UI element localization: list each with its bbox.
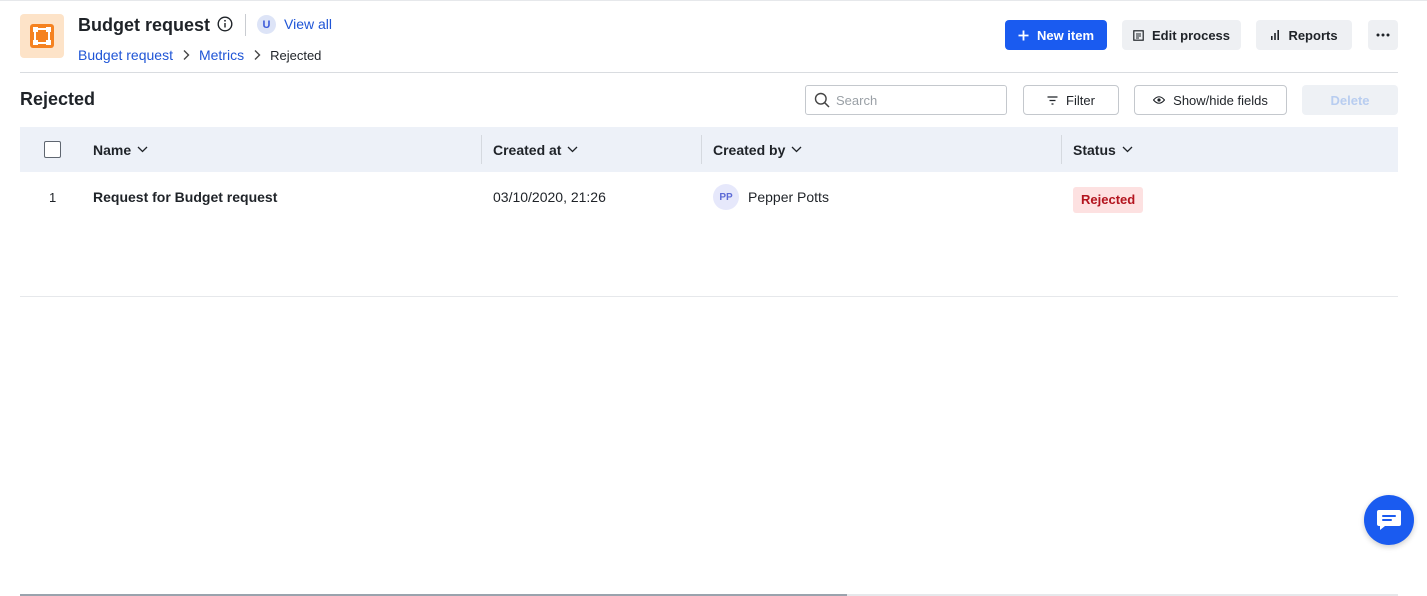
search-icon [814, 92, 830, 108]
column-divider [481, 135, 482, 164]
breadcrumb: Budget request Metrics Rejected [78, 47, 321, 63]
row-created-by: PP Pepper Potts [713, 172, 829, 222]
info-icon[interactable] [217, 16, 233, 32]
search-box [805, 85, 1007, 115]
document-icon [1133, 29, 1144, 41]
breadcrumb-metrics[interactable]: Metrics [199, 47, 244, 63]
row-name[interactable]: Request for Budget request [93, 172, 277, 222]
filter-button[interactable]: Filter [1023, 85, 1119, 115]
breadcrumb-budget-request[interactable]: Budget request [78, 47, 173, 63]
more-options-button[interactable] [1368, 20, 1398, 50]
table-header: Name Created at Created by Status [20, 127, 1398, 172]
view-all-link[interactable]: View all [284, 16, 332, 32]
column-header-label: Name [93, 141, 132, 158]
chevron-right-icon [177, 48, 195, 62]
status-badge: Rejected [1073, 187, 1144, 213]
column-header-created-at[interactable]: Created at [493, 127, 578, 172]
show-hide-fields-label: Show/hide fields [1173, 92, 1268, 108]
chevron-right-icon [248, 48, 266, 62]
filter-label: Filter [1066, 92, 1095, 108]
show-hide-fields-button[interactable]: Show/hide fields [1134, 85, 1287, 115]
bar-chart-icon [1270, 30, 1280, 40]
page-title: Budget request [78, 15, 211, 35]
new-item-button[interactable]: New item [1005, 20, 1107, 50]
chevron-down-icon [1122, 146, 1133, 153]
column-header-label: Status [1073, 141, 1116, 158]
top-border [0, 0, 1427, 1]
column-header-created-by[interactable]: Created by [713, 127, 802, 172]
view-all-avatar: U [257, 15, 276, 34]
column-header-label: Created at [493, 141, 562, 158]
process-app-icon [20, 14, 64, 58]
header-divider-line [20, 72, 1398, 73]
more-horizontal-icon [1376, 33, 1390, 37]
column-header-status[interactable]: Status [1073, 127, 1133, 172]
row-status: Rejected [1073, 175, 1144, 225]
section-title: Rejected [20, 89, 96, 109]
chevron-down-icon [791, 146, 802, 153]
filter-icon [1047, 95, 1058, 105]
row-created-at: 03/10/2020, 21:26 [493, 189, 606, 205]
chat-icon [1376, 508, 1402, 532]
chat-button[interactable] [1364, 495, 1414, 545]
column-divider [701, 135, 702, 164]
eye-icon [1153, 96, 1166, 104]
chevron-down-icon [137, 146, 148, 153]
column-header-label: Created by [713, 141, 786, 158]
column-header-name[interactable]: Name [93, 127, 148, 172]
breadcrumb-current: Rejected [270, 47, 322, 63]
delete-button[interactable]: Delete [1302, 85, 1398, 115]
row-index: 1 [49, 189, 57, 205]
plus-icon [1018, 30, 1029, 41]
table-bottom-divider [20, 296, 1398, 297]
edit-process-label: Edit process [1151, 27, 1231, 43]
select-all-checkbox[interactable] [44, 141, 61, 158]
new-item-label: New item [1036, 27, 1095, 43]
chevron-down-icon [567, 146, 578, 153]
reports-button[interactable]: Reports [1256, 20, 1352, 50]
reports-label: Reports [1288, 27, 1338, 43]
row-created-by-name: Pepper Potts [748, 189, 829, 205]
avatar: PP [713, 184, 739, 210]
search-input[interactable] [836, 92, 996, 108]
header-divider [245, 14, 246, 36]
column-divider [1061, 135, 1062, 164]
edit-process-button[interactable]: Edit process [1122, 20, 1241, 50]
table-row[interactable]: 1 Request for Budget request 03/10/2020,… [20, 172, 1398, 222]
